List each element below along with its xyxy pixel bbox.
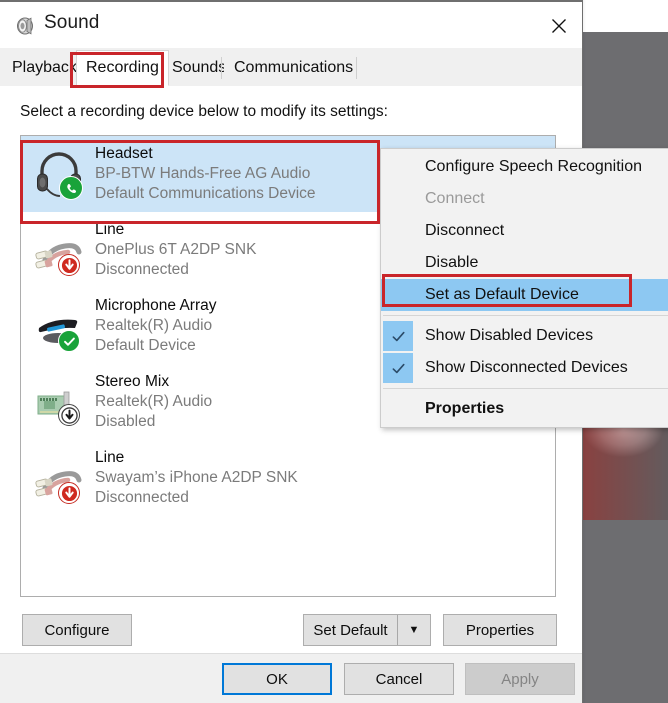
menu-item-properties[interactable]: Properties: [381, 393, 668, 425]
headset-icon: [31, 146, 87, 202]
device-status: Default Communications Device: [95, 185, 316, 203]
red-down-arrow-badge: [58, 482, 80, 504]
tab-strip: Playback Recording Sounds Communications: [0, 48, 582, 87]
menu-separator: [383, 315, 668, 316]
menu-item-disconnect[interactable]: Disconnect: [381, 215, 668, 247]
menu-separator: [383, 388, 668, 389]
menu-item-set-as-default-device[interactable]: Set as Default Device: [381, 279, 668, 311]
set-default-split-button[interactable]: Set Default ▼: [303, 614, 431, 646]
apply-button: Apply: [465, 663, 575, 695]
tab-label: Recording: [86, 59, 159, 76]
menu-item-label: Show Disconnected Devices: [425, 359, 628, 376]
rca-cable-icon: [31, 450, 87, 506]
device-text: Headset BP-BTW Hands-Free AG Audio Defau…: [95, 144, 316, 204]
menu-item-label: Show Disabled Devices: [425, 327, 594, 344]
device-action-row: Configure Set Default ▼ Properties: [0, 605, 582, 653]
list-item[interactable]: Line Swayam’s iPhone A2DP SNK Disconnect…: [21, 440, 555, 516]
panel-prompt: Select a recording device below to modif…: [20, 103, 388, 120]
gray-down-arrow-badge: [58, 404, 80, 426]
green-phone-badge: [59, 176, 83, 200]
ok-button[interactable]: OK: [222, 663, 332, 695]
tab-label: Playback: [12, 59, 77, 76]
device-subtitle: BP-BTW Hands-Free AG Audio: [95, 164, 311, 182]
device-subtitle: Swayam’s iPhone A2DP SNK: [95, 468, 298, 486]
device-subtitle: Realtek(R) Audio: [95, 316, 213, 334]
device-subtitle: Realtek(R) Audio: [95, 392, 213, 410]
title-bar: Sound: [0, 0, 582, 48]
cancel-button[interactable]: Cancel: [344, 663, 454, 695]
tab-playback[interactable]: Playback: [2, 51, 87, 85]
tab-recording[interactable]: Recording: [76, 50, 169, 86]
device-status: Default Device: [95, 337, 196, 355]
device-name: Line: [95, 220, 125, 238]
rca-cable-icon: [31, 222, 87, 278]
device-status: Disabled: [95, 413, 156, 431]
red-down-arrow-badge: [58, 254, 80, 276]
configure-button[interactable]: Configure: [22, 614, 132, 646]
device-status: Disconnected: [95, 489, 189, 507]
device-text: Line OnePlus 6T A2DP SNK Disconnected: [95, 220, 256, 280]
device-subtitle: OnePlus 6T A2DP SNK: [95, 240, 257, 258]
device-name: Line: [95, 448, 125, 466]
device-name: Microphone Array: [95, 296, 217, 314]
device-context-menu: Configure Speech Recognition Connect Dis…: [380, 148, 668, 428]
menu-item-show-disconnected-devices[interactable]: Show Disconnected Devices: [381, 352, 668, 384]
window-title: Sound: [44, 12, 100, 33]
menu-item-connect: Connect: [425, 190, 485, 207]
tab-separator: [221, 57, 222, 79]
device-text: Microphone Array Realtek(R) Audio Defaul…: [95, 296, 216, 356]
menu-item-show-disabled-devices[interactable]: Show Disabled Devices: [381, 320, 668, 352]
set-default-button[interactable]: Set Default: [304, 615, 397, 645]
close-button[interactable]: [536, 3, 582, 48]
tab-separator: [356, 57, 357, 79]
green-check-badge: [58, 330, 80, 352]
chevron-down-icon[interactable]: ▼: [397, 615, 430, 645]
tab-communications[interactable]: Communications: [224, 51, 364, 85]
tab-label: Communications: [234, 59, 354, 76]
checkmark-icon: [383, 321, 413, 351]
speaker-icon: [14, 15, 36, 37]
device-name: Headset: [95, 144, 153, 162]
screen: Sound Playback Recording Sounds Communic…: [0, 0, 668, 703]
menu-item-configure-speech-recognition[interactable]: Configure Speech Recognition: [381, 151, 668, 183]
menu-item-disable[interactable]: Disable: [381, 247, 668, 279]
device-text: Stereo Mix Realtek(R) Audio Disabled: [95, 372, 212, 432]
device-status: Disconnected: [95, 261, 189, 279]
properties-button[interactable]: Properties: [443, 614, 557, 646]
device-name: Stereo Mix: [95, 372, 170, 390]
background-top-fill: [583, 0, 668, 32]
tab-label: Sounds: [172, 59, 227, 76]
dialog-footer: OK Cancel Apply: [0, 653, 582, 703]
microphone-array-icon: [31, 298, 87, 354]
device-text: Line Swayam’s iPhone A2DP SNK Disconnect…: [95, 448, 298, 508]
checkmark-icon: [383, 353, 413, 383]
sound-card-icon: [31, 374, 87, 430]
